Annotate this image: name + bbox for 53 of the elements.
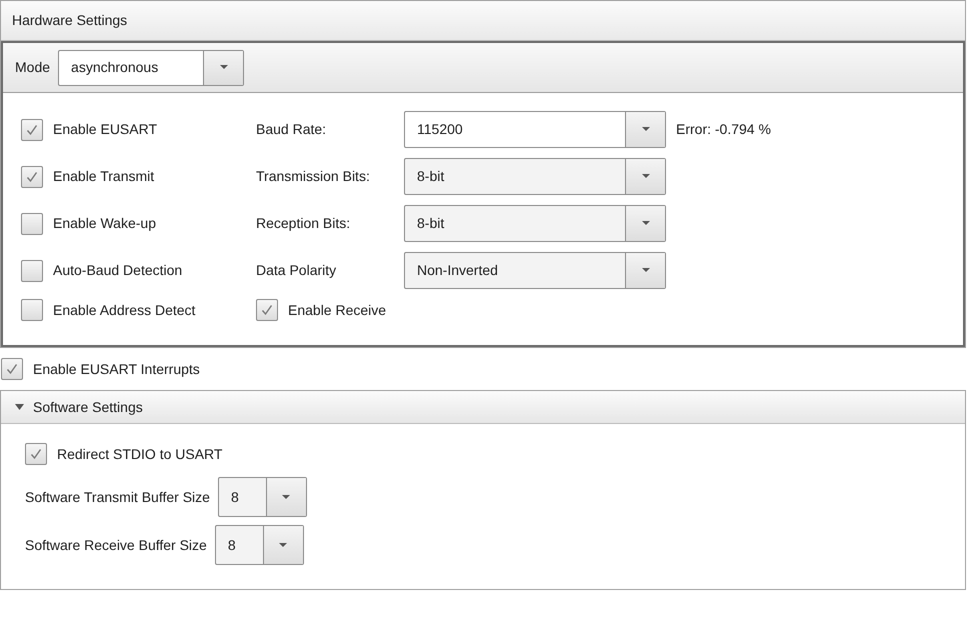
dropdown-field[interactable]: 8 — [214, 525, 304, 565]
field-label: Software Transmit Buffer Size — [25, 488, 210, 506]
checkmark-icon — [25, 122, 39, 136]
caret-icon — [642, 268, 650, 273]
checkbox-label: Enable EUSART Interrupts — [33, 360, 200, 379]
caret-icon — [642, 127, 650, 132]
dropdown-button[interactable] — [203, 50, 244, 84]
checkbox[interactable] — [21, 166, 43, 188]
dropdown-button[interactable] — [625, 206, 665, 241]
field-label: Baud Rate: — [256, 120, 328, 139]
checkbox[interactable] — [21, 299, 43, 321]
dropdown-field[interactable]: 8-bit — [404, 158, 666, 195]
checkbox-label: Redirect STDIO to USART — [57, 444, 222, 464]
field-label: Data Polarity — [256, 261, 338, 280]
caret-icon — [642, 174, 650, 179]
checkmark-icon — [5, 362, 19, 376]
dropdown-field[interactable]: 8-bit — [404, 205, 666, 242]
checkbox[interactable] — [25, 443, 47, 465]
checkbox-label: Enable Receive — [288, 300, 386, 320]
panel-title: Hardware Settings — [12, 11, 128, 30]
dropdown-field[interactable]: asynchronous — [58, 50, 244, 86]
checkbox-label: Enable Wake-up — [53, 214, 156, 233]
dropdown-field[interactable]: 8 — [218, 477, 307, 517]
dropdown-button[interactable] — [625, 253, 665, 288]
checkbox[interactable] — [21, 212, 43, 234]
dropdown-button[interactable] — [262, 526, 303, 564]
checkbox[interactable] — [21, 260, 43, 282]
checkmark-icon — [25, 170, 39, 184]
checkbox[interactable] — [1, 358, 23, 380]
checkbox[interactable] — [21, 118, 43, 140]
caret-icon — [282, 494, 290, 500]
field-label: Software Receive Buffer Size — [25, 536, 207, 554]
dropdown-button[interactable] — [266, 478, 306, 516]
checkbox-label: Enable Address Detect — [53, 300, 196, 320]
dropdown-field[interactable]: 115200 — [404, 111, 666, 148]
dropdown-button[interactable] — [625, 112, 665, 147]
mode-label: Mode — [15, 58, 50, 77]
section-header[interactable]: Software Settings — [1, 391, 965, 424]
checkbox-label: Auto-Baud Detection — [53, 261, 182, 280]
checkbox-label: Enable Transmit — [53, 167, 154, 186]
error-readout: Error: -0.794 % — [675, 120, 772, 139]
collapse-triangle-icon — [15, 404, 24, 410]
caret-icon — [220, 65, 228, 70]
field-label: Transmission Bits: — [256, 167, 371, 186]
dropdown-field[interactable]: Non-Inverted — [404, 252, 666, 289]
checkmark-icon — [29, 447, 43, 461]
checkbox-label: Enable EUSART — [53, 120, 158, 139]
checkbox[interactable] — [256, 299, 278, 321]
checkmark-icon — [260, 303, 274, 317]
caret-icon — [279, 542, 288, 548]
dropdown-button[interactable] — [625, 159, 665, 194]
field-label: Reception Bits: — [256, 214, 352, 233]
caret-icon — [642, 221, 650, 226]
